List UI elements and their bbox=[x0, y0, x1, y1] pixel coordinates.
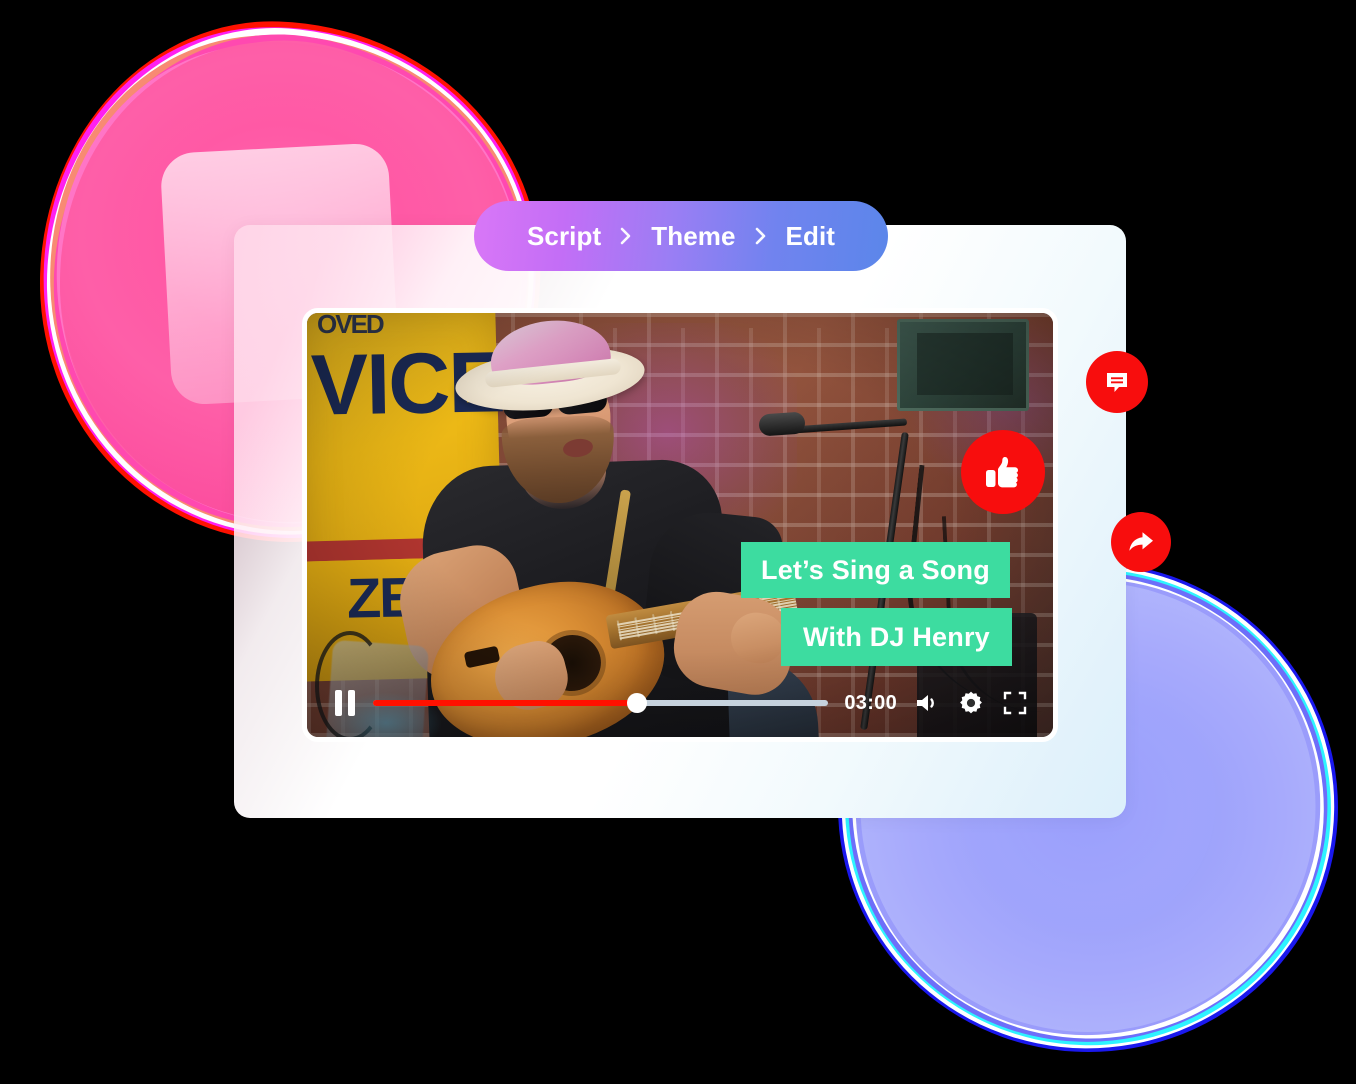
pause-bar-right bbox=[348, 690, 355, 716]
share-arrow-icon bbox=[1126, 527, 1156, 557]
video-player-controls: 03:00 bbox=[307, 669, 1053, 737]
like-button[interactable] bbox=[961, 430, 1045, 514]
volume-icon[interactable] bbox=[913, 689, 941, 717]
caption-bar-line-2: With DJ Henry bbox=[781, 608, 1012, 666]
thumbs-up-icon bbox=[982, 451, 1024, 493]
caption-bar-line-1: Let’s Sing a Song bbox=[741, 542, 1010, 598]
breadcrumb-step-edit[interactable]: Edit bbox=[786, 221, 836, 252]
breadcrumb-step-theme[interactable]: Theme bbox=[651, 221, 735, 252]
fullscreen-icon[interactable] bbox=[1001, 689, 1029, 717]
caption-text: Let’s Sing a Song bbox=[761, 554, 990, 585]
gear-icon[interactable] bbox=[957, 689, 985, 717]
video-frame: OVED VICE ZE bbox=[307, 313, 1053, 737]
time-display: 03:00 bbox=[844, 691, 897, 714]
comment-button[interactable] bbox=[1086, 351, 1148, 413]
video-preview-card[interactable]: OVED VICE ZE bbox=[302, 308, 1058, 742]
pause-icon[interactable] bbox=[335, 690, 357, 716]
chevron-right-icon bbox=[619, 226, 633, 246]
pause-bar-left bbox=[335, 690, 342, 716]
breadcrumb-step-script[interactable]: Script bbox=[527, 221, 601, 252]
progress-scrubber-handle[interactable] bbox=[627, 693, 648, 713]
breadcrumb[interactable]: Script Theme Edit bbox=[474, 201, 888, 271]
share-button[interactable] bbox=[1111, 512, 1171, 572]
comment-icon bbox=[1103, 368, 1131, 396]
page-canvas: Script Theme Edit OVED VIC bbox=[0, 0, 1356, 1084]
progress-bar[interactable] bbox=[373, 693, 829, 713]
chevron-right-icon bbox=[754, 226, 768, 246]
caption-text: With DJ Henry bbox=[803, 621, 990, 652]
progress-bar-filled bbox=[373, 700, 638, 706]
